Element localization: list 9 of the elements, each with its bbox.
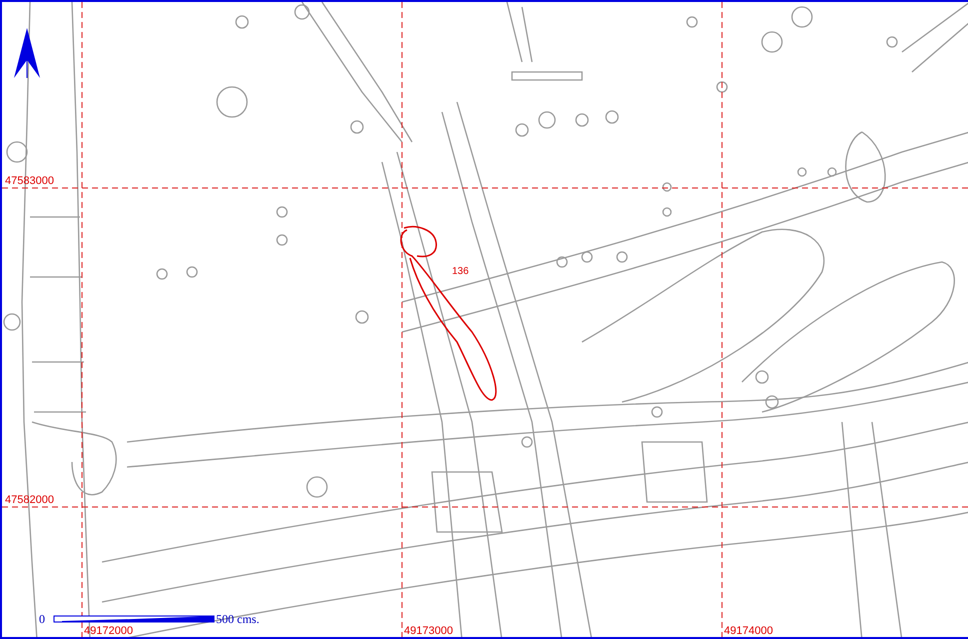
easting-label: 49173000 xyxy=(404,625,453,637)
easting-label: 49174000 xyxy=(724,625,773,637)
northing-label: 47582000 xyxy=(5,494,54,506)
scale-start-label: 0 xyxy=(39,612,45,626)
easting-label: 49172000 xyxy=(84,625,133,637)
north-arrow-icon xyxy=(14,28,40,78)
feature-label: 136 xyxy=(452,266,469,277)
northing-label: 47583000 xyxy=(5,175,54,187)
scale-end-label: 500 cms. xyxy=(216,612,260,626)
